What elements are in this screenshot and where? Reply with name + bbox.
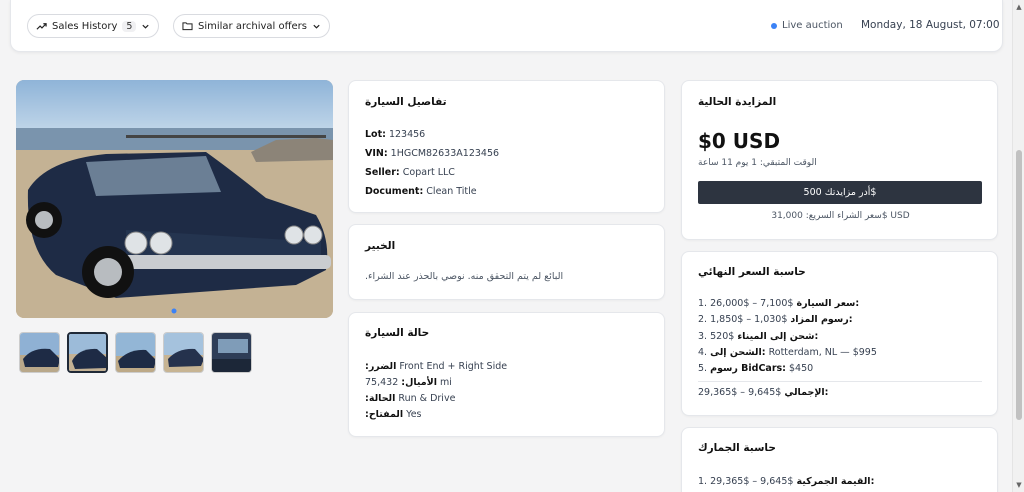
divider xyxy=(698,381,982,382)
thumbnail-strip xyxy=(19,332,252,373)
customs-item-value: 29,365$ – 9,645$ xyxy=(710,476,794,487)
price-item-label: الشحن إلى: xyxy=(710,347,766,358)
seller-label: Seller: xyxy=(365,167,400,178)
odometer-value: 75,432 xyxy=(365,377,399,388)
damage-label: :الضرر xyxy=(365,361,397,372)
scroll-down-icon[interactable]: ▼ xyxy=(1015,481,1023,489)
scroll-thumb[interactable] xyxy=(1016,150,1022,420)
thumbnail-3[interactable] xyxy=(115,332,156,373)
final-price-title: حاسبة السعر النهائي xyxy=(698,266,806,278)
price-item: 4. الشحن إلى: Rotterdam, NL — $995 xyxy=(698,347,877,358)
price-item-label: رسوم BidCars: xyxy=(710,363,786,374)
customs-item-label: القيمة الجمركية: xyxy=(796,476,875,487)
lot-label: Lot: xyxy=(365,129,386,140)
top-bar: Sales History 5 Similar archival offers … xyxy=(10,0,1003,52)
damage-value: Front End + Right Side xyxy=(399,361,508,372)
price-item: 5. رسوم BidCars: $450 xyxy=(698,363,813,374)
final-price-card: حاسبة السعر النهائي 1. 26,000$ – 7,100$ … xyxy=(681,251,998,416)
chevron-down-icon xyxy=(313,24,320,29)
current-price: $0 USD xyxy=(698,129,781,153)
car-image xyxy=(16,80,333,318)
keys-row: :المفتاح Yes xyxy=(365,409,422,420)
live-auction-label: Live auction xyxy=(782,20,843,31)
status-label: :الحالة xyxy=(365,393,396,404)
vin-row: VIN: 1HGCM82633A123456 xyxy=(365,148,499,159)
time-left: الوقت المتبقي: 1 يوم 11 ساعة xyxy=(698,158,817,168)
total-label: الإجمالي: xyxy=(784,387,829,398)
price-item-value: 1,850$ – 1,030$ xyxy=(710,314,788,325)
document-value: Clean Title xyxy=(426,186,477,197)
vin-label: VIN: xyxy=(365,148,388,159)
main-car-photo[interactable] xyxy=(16,80,333,318)
price-item-label: سعر السيارة: xyxy=(796,298,860,309)
folder-icon xyxy=(182,22,193,31)
current-auction-card: المزايدة الحالية $0 USD الوقت المتبقي: 1… xyxy=(681,80,998,240)
customs-item-num: 1. xyxy=(698,476,708,487)
odometer-row: 75,432 :الأميال mi xyxy=(365,377,452,388)
price-item-num: 4. xyxy=(698,347,708,358)
keys-label: :المفتاح xyxy=(365,409,404,420)
status-value: Run & Drive xyxy=(398,393,456,404)
expert-title: الخبير xyxy=(365,240,396,252)
price-item-label: رسوم المزاد: xyxy=(790,314,853,325)
total-value: 29,365$ – 9,645$ xyxy=(698,387,782,398)
auction-title: المزايدة الحالية xyxy=(698,96,777,108)
odometer-unit: mi xyxy=(440,377,452,388)
lot-row: Lot: 123456 xyxy=(365,129,425,140)
car-details-card: تفاصيل السيارة Lot: 123456 VIN: 1HGCM826… xyxy=(348,80,665,213)
price-item-value: 520$ xyxy=(710,331,735,342)
trending-up-icon xyxy=(36,22,47,30)
thumbnail-4[interactable] xyxy=(163,332,204,373)
price-item: 3. 520$ شحن إلى الميناء: xyxy=(698,331,818,342)
sales-history-count: 5 xyxy=(122,20,137,32)
buy-now-price: سعر الشراء السريع: 31,000$ USD xyxy=(771,211,910,221)
total-row: 29,365$ – 9,645$ الإجمالي: xyxy=(698,387,828,398)
document-row: Document: Clean Title xyxy=(365,186,477,197)
damage-row: :الضرر Front End + Right Side xyxy=(365,361,507,372)
expert-card: الخبير .البائع لم يتم التحقق منه. نوصي ب… xyxy=(348,224,665,300)
thumbnail-2[interactable] xyxy=(67,332,108,373)
customs-card: حاسبة الجمارك 1. 29,365$ – 9,645$ القيمة… xyxy=(681,427,998,492)
status-row: :الحالة Run & Drive xyxy=(365,393,455,404)
odometer-label: :الأميال xyxy=(401,377,437,388)
thumbnail-1[interactable] xyxy=(19,332,60,373)
scroll-up-icon[interactable]: ▲ xyxy=(1015,3,1023,11)
price-item: 2. 1,850$ – 1,030$ رسوم المزاد: xyxy=(698,314,853,325)
place-bid-button[interactable]: أدر مزايدتك 500$ xyxy=(698,181,982,204)
document-label: Document: xyxy=(365,186,424,197)
seller-value: Copart LLC xyxy=(402,167,455,178)
expert-note: .البائع لم يتم التحقق منه. نوصي بالحذر ع… xyxy=(365,271,564,282)
customs-item: 1. 29,365$ – 9,645$ القيمة الجمركية: xyxy=(698,476,874,487)
live-dot-icon xyxy=(771,22,777,29)
sales-history-label: Sales History xyxy=(52,20,118,32)
page-scrollbar[interactable]: ▲ ▼ xyxy=(1012,0,1024,492)
sales-history-button[interactable]: Sales History 5 xyxy=(27,14,160,38)
thumbnail-5[interactable] xyxy=(211,332,252,373)
keys-value: Yes xyxy=(406,409,422,420)
chevron-down-icon xyxy=(142,24,150,29)
condition-card: حالة السيارة :الضرر Front End + Right Si… xyxy=(348,312,665,437)
price-item-num: 1. xyxy=(698,298,708,309)
auction-date: Monday, 18 August, 07:00 xyxy=(861,19,1000,31)
condition-title: حالة السيارة xyxy=(365,327,430,339)
price-item-num: 2. xyxy=(698,314,708,325)
price-item-num: 3. xyxy=(698,331,708,342)
similar-offers-button[interactable]: Similar archival offers xyxy=(173,14,330,38)
price-item-label: شحن إلى الميناء: xyxy=(737,331,819,342)
lot-value: 123456 xyxy=(388,129,426,140)
price-item-value: $450 xyxy=(789,363,814,374)
price-item-value: 26,000$ – 7,100$ xyxy=(710,298,794,309)
price-item-num: 5. xyxy=(698,363,708,374)
live-auction-indicator: Live auction xyxy=(771,20,843,31)
customs-title: حاسبة الجمارك xyxy=(698,442,776,454)
price-item: 1. 26,000$ – 7,100$ سعر السيارة: xyxy=(698,298,859,309)
vin-value: 1HGCM82633A123456 xyxy=(390,148,500,159)
similar-offers-label: Similar archival offers xyxy=(198,20,307,32)
car-details-title: تفاصيل السيارة xyxy=(365,96,447,108)
seller-row: Seller: Copart LLC xyxy=(365,167,455,178)
price-item-value: Rotterdam, NL — $995 xyxy=(768,347,877,358)
